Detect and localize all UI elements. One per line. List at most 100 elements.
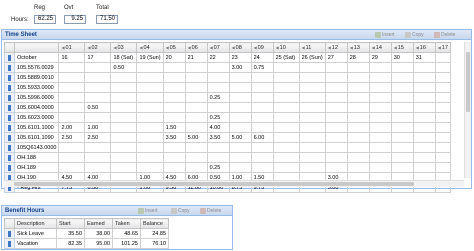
hours-cell[interactable]	[368, 62, 392, 73]
hours-cell[interactable]	[412, 112, 436, 123]
benefit-delete-button[interactable]: Delete	[200, 206, 221, 216]
column-header-taken[interactable]: Taken	[112, 218, 141, 229]
hours-cell[interactable]	[206, 82, 230, 93]
hours-cell[interactable]: 5.00	[184, 132, 208, 143]
hours-cell[interactable]	[250, 92, 274, 103]
hours-cell[interactable]	[136, 102, 164, 113]
hours-cell[interactable]	[412, 72, 436, 83]
hours-cell[interactable]	[162, 112, 186, 123]
hours-cell[interactable]	[272, 72, 300, 83]
hours-cell[interactable]	[272, 102, 300, 113]
hours-cell[interactable]	[84, 62, 112, 73]
column-header-15[interactable]: ◀15	[390, 42, 414, 53]
hours-cell[interactable]	[346, 92, 370, 103]
reg-hours-field[interactable]: 62.25	[34, 15, 56, 24]
hours-cell[interactable]	[110, 112, 138, 123]
hours-cell[interactable]	[110, 152, 138, 163]
hours-cell[interactable]: 3.00	[228, 62, 252, 73]
benefit-value-cell[interactable]: 48.65	[112, 228, 141, 239]
column-header-02[interactable]: ◀02	[84, 42, 112, 53]
row-label-cell[interactable]: 105.6023.0000	[13, 112, 60, 123]
hours-cell[interactable]: 0.75	[250, 62, 274, 73]
timesheet-copy-button[interactable]: Copy	[405, 30, 424, 40]
hours-cell[interactable]	[162, 142, 186, 153]
hours-cell[interactable]	[206, 62, 230, 73]
column-header-04[interactable]: ◀04	[136, 42, 164, 53]
table-row[interactable]: 105.5576.0029 0.50 3.00 0.75	[4, 62, 451, 73]
row-label-cell[interactable]: 105.5996.0000	[13, 92, 60, 103]
column-header-11[interactable]: ◀11	[298, 42, 326, 53]
column-header-16[interactable]: ◀16	[412, 42, 436, 53]
hours-cell[interactable]	[110, 72, 138, 83]
column-header-05[interactable]: ◀05	[162, 42, 186, 53]
hours-cell[interactable]	[368, 162, 392, 173]
hours-cell[interactable]: 30	[390, 52, 414, 63]
hours-cell[interactable]	[184, 82, 208, 93]
hours-cell[interactable]	[58, 72, 86, 83]
column-header-12[interactable]: ◀12	[324, 42, 348, 53]
hours-cell[interactable]	[324, 62, 348, 73]
time-sheet-vertical-scrollbar[interactable]	[464, 42, 471, 178]
hours-cell[interactable]	[136, 82, 164, 93]
hours-cell[interactable]	[162, 72, 186, 83]
hours-cell[interactable]	[184, 112, 208, 123]
row-label-cell[interactable]: 105Q6143.0000	[13, 142, 60, 153]
benefit-insert-button[interactable]: Insert	[138, 206, 158, 216]
hours-cell[interactable]: 0.25	[206, 162, 230, 173]
row-label-cell[interactable]: 105.6004.0000	[13, 102, 60, 113]
hours-cell[interactable]	[58, 142, 86, 153]
hours-cell[interactable]	[110, 82, 138, 93]
hours-cell[interactable]	[250, 82, 274, 93]
hours-cell[interactable]	[368, 82, 392, 93]
total-hours-field[interactable]: 71.50	[96, 15, 118, 24]
hours-cell[interactable]	[272, 152, 300, 163]
row-label-cell[interactable]: 105.6101.1090	[13, 132, 60, 143]
hours-cell[interactable]	[272, 132, 300, 143]
hours-cell[interactable]	[84, 112, 112, 123]
column-header-08[interactable]: ◀08	[228, 42, 252, 53]
hours-cell[interactable]	[136, 142, 164, 153]
hours-cell[interactable]: 0.25	[206, 112, 230, 123]
hours-cell[interactable]	[184, 162, 208, 173]
hours-cell[interactable]	[412, 162, 436, 173]
hours-cell[interactable]	[298, 122, 326, 133]
hours-cell[interactable]: 0.25	[206, 92, 230, 103]
hours-cell[interactable]	[390, 122, 414, 133]
column-header-03[interactable]: ◀03	[110, 42, 138, 53]
hours-cell[interactable]	[136, 132, 164, 143]
hours-cell[interactable]: 1.00	[84, 122, 112, 133]
column-header-balance[interactable]: Balance	[140, 218, 169, 229]
hours-cell[interactable]	[184, 102, 208, 113]
row-label-cell[interactable]: 105.5576.0029	[13, 62, 60, 73]
hours-cell[interactable]: 22	[206, 52, 230, 63]
hours-cell[interactable]: 16	[58, 52, 86, 63]
hours-cell[interactable]	[136, 62, 164, 73]
row-marker[interactable]	[4, 132, 15, 143]
hours-cell[interactable]	[228, 112, 252, 123]
table-row[interactable]: OH.188	[4, 152, 451, 163]
table-row[interactable]: October 16 17 18 (Sat) 19 (Sun) 20 21 22 23 24 25 …	[4, 52, 451, 63]
benefit-value-cell[interactable]: 82.35	[56, 238, 85, 249]
hours-cell[interactable]	[390, 62, 414, 73]
time-sheet-horizontal-scrollbar[interactable]	[4, 180, 464, 187]
hours-cell[interactable]	[136, 112, 164, 123]
hours-cell[interactable]	[272, 142, 300, 153]
column-header-07[interactable]: ◀07	[206, 42, 230, 53]
hours-cell[interactable]	[162, 162, 186, 173]
table-row[interactable]: 105.6101.1000 2.00 1.00 1.50 4.00	[4, 122, 451, 133]
hours-cell[interactable]	[412, 102, 436, 113]
timesheet-insert-button[interactable]: Insert	[375, 30, 395, 40]
hours-cell[interactable]	[250, 72, 274, 83]
row-label-cell[interactable]: OH.188	[13, 152, 60, 163]
hours-cell[interactable]	[390, 102, 414, 113]
column-header-14[interactable]: ◀14	[368, 42, 392, 53]
hours-cell[interactable]	[136, 92, 164, 103]
hours-cell[interactable]	[368, 92, 392, 103]
row-label-cell[interactable]: October	[13, 52, 60, 63]
table-row[interactable]: 105.6101.1090 2.50 2.50 3.50 5.00 3.50 5.00 6.0…	[4, 132, 451, 143]
hours-cell[interactable]	[228, 92, 252, 103]
hours-cell[interactable]	[324, 72, 348, 83]
hours-cell[interactable]	[324, 82, 348, 93]
hours-cell[interactable]	[136, 72, 164, 83]
hours-cell[interactable]	[368, 112, 392, 123]
